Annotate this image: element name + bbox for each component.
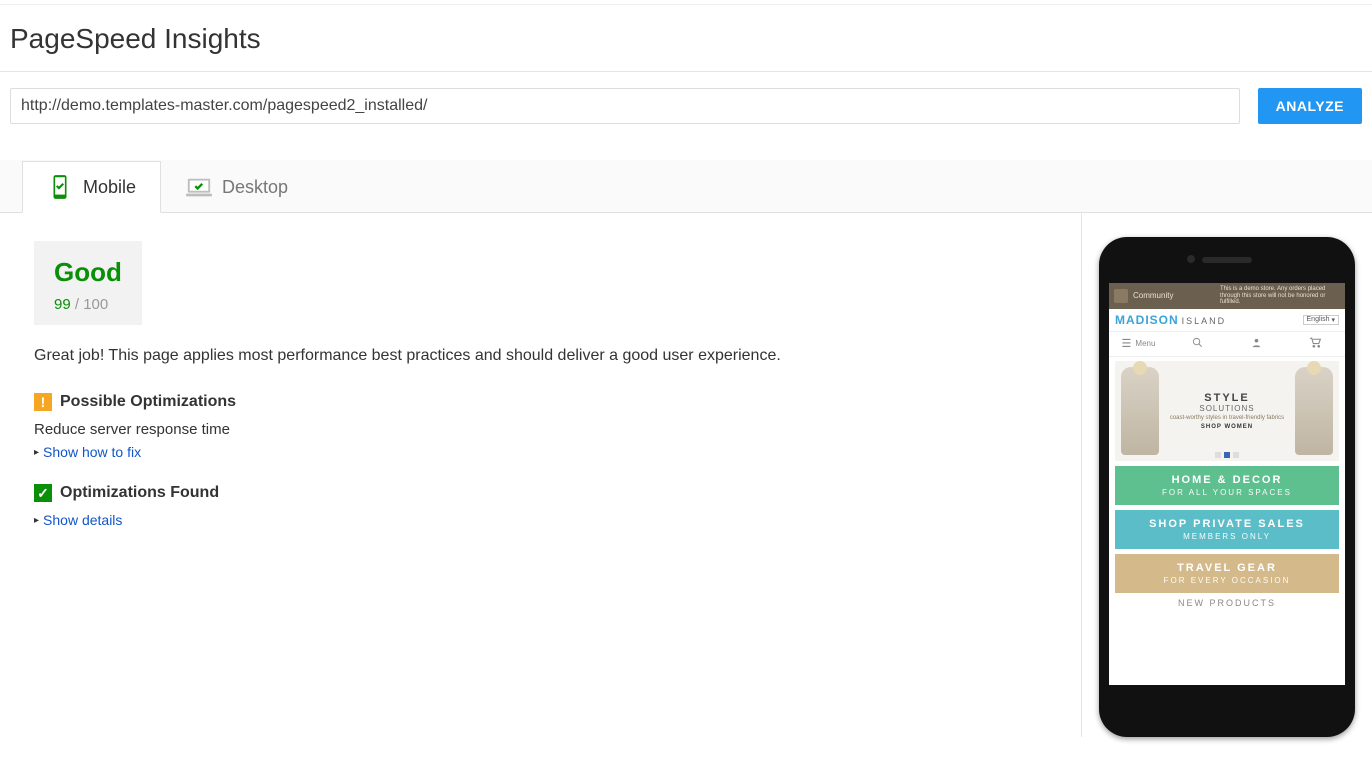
page-title: PageSpeed Insights: [10, 23, 1362, 55]
summary-text: Great job! This page applies most perfor…: [34, 347, 1047, 365]
score-label: Good: [54, 257, 122, 288]
cart-icon: [1286, 332, 1345, 356]
preview-community-label: Community: [1133, 291, 1173, 300]
hero-title: STYLE: [1170, 392, 1284, 404]
score-value: 99: [54, 296, 71, 313]
preview-hero: STYLE SOLUTIONS coast-worthy styles in t…: [1115, 361, 1339, 461]
phone-screen: Community This is a demo store. Any orde…: [1109, 283, 1345, 685]
search-icon: [1168, 332, 1227, 356]
promo-home-decor: HOME & DECOR FOR ALL YOUR SPACES: [1115, 466, 1339, 505]
hero-subtitle: SOLUTIONS: [1170, 404, 1284, 413]
model-image-left: [1121, 367, 1159, 455]
mobile-check-icon: [47, 174, 73, 200]
section-optimizations-found: ✓ Optimizations Found ▸ Show details: [34, 484, 1047, 528]
section-possible-optimizations: ! Possible Optimizations Reduce server r…: [34, 393, 1047, 460]
magento-logo-icon: [1114, 289, 1128, 303]
show-how-to-fix-link[interactable]: ▸ Show how to fix: [34, 444, 1047, 460]
show-how-to-fix-label: Show how to fix: [43, 444, 141, 460]
preview-language-select: English▾: [1303, 315, 1339, 325]
preview-brand: MADISONISLAND: [1115, 313, 1226, 327]
section-title-found: Optimizations Found: [60, 484, 219, 502]
preview-topbar: Community This is a demo store. Any orde…: [1109, 283, 1345, 309]
carousel-dots: [1215, 452, 1239, 458]
tab-desktop-label: Desktop: [222, 177, 288, 198]
url-input[interactable]: [10, 88, 1240, 124]
hero-tagline: coast-worthy styles in travel-friendly f…: [1170, 415, 1284, 421]
user-icon: [1227, 332, 1286, 356]
caret-right-icon: ▸: [34, 515, 39, 526]
optimization-item: Reduce server response time: [34, 421, 1047, 438]
preview-demo-note: This is a demo store. Any orders placed …: [1220, 286, 1340, 306]
show-details-label: Show details: [43, 512, 122, 528]
promo-travel-gear: TRAVEL GEAR FOR EVERY OCCASION: [1115, 554, 1339, 593]
preview-iconbar: ☰ Menu: [1109, 331, 1345, 357]
score-separator: /: [71, 296, 84, 313]
menu-icon: ☰ Menu: [1109, 332, 1168, 356]
show-details-link[interactable]: ▸ Show details: [34, 512, 1047, 528]
phone-frame: Community This is a demo store. Any orde…: [1099, 237, 1355, 737]
device-preview: Community This is a demo store. Any orde…: [1082, 213, 1372, 737]
hero-cta: SHOP WOMEN: [1170, 424, 1284, 430]
check-badge-icon: ✓: [34, 484, 52, 502]
tab-mobile[interactable]: Mobile: [22, 161, 161, 213]
preview-new-products: NEW PRODUCTS: [1109, 598, 1345, 608]
desktop-check-icon: [186, 175, 212, 201]
tab-desktop[interactable]: Desktop: [161, 161, 313, 213]
score-box: Good 99 / 100: [34, 241, 142, 325]
model-image-right: [1295, 367, 1333, 455]
tab-mobile-label: Mobile: [83, 177, 136, 198]
tabs: Mobile Desktop: [0, 160, 1372, 213]
section-title-possible: Possible Optimizations: [60, 393, 236, 411]
caret-right-icon: ▸: [34, 447, 39, 458]
warning-badge-icon: !: [34, 393, 52, 411]
promo-private-sales: SHOP PRIVATE SALES MEMBERS ONLY: [1115, 510, 1339, 549]
score-max: 100: [83, 296, 108, 313]
analyze-button[interactable]: ANALYZE: [1258, 88, 1362, 124]
